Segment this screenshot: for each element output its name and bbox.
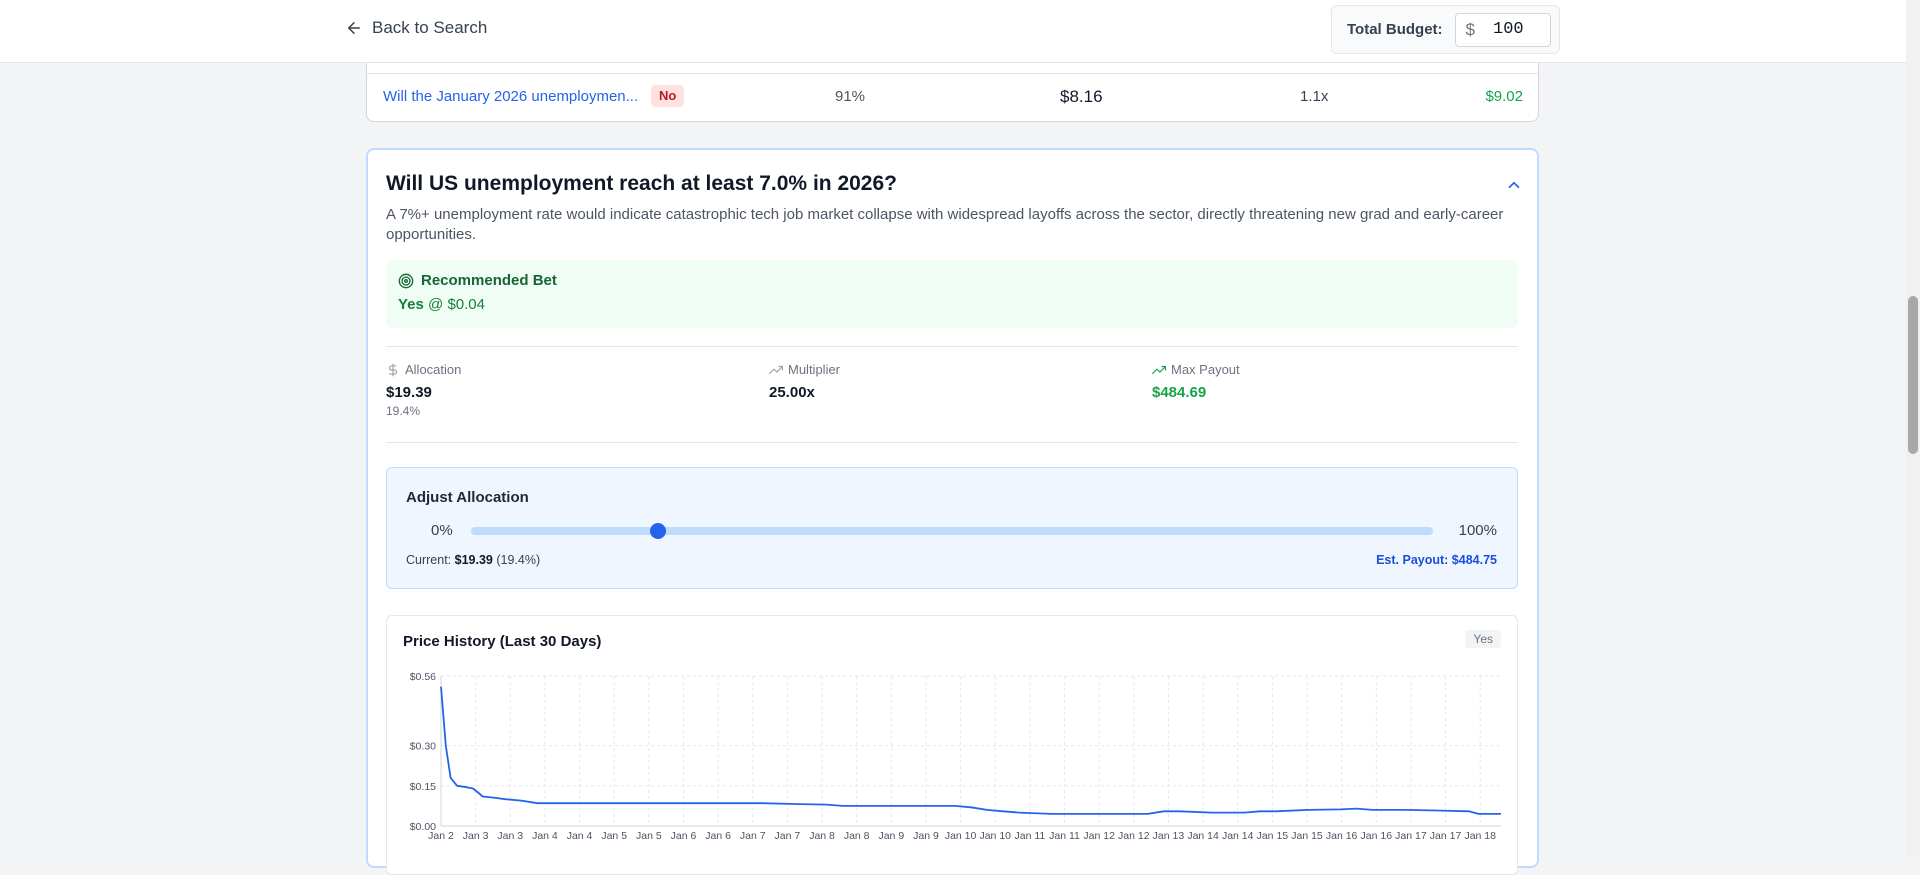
multiplier-stat: Multiplier 25.00x bbox=[769, 362, 840, 401]
market-card: Will US unemployment reach at least 7.0%… bbox=[366, 148, 1539, 875]
x-tick-label: Jan 10 bbox=[945, 830, 977, 842]
allocation-stat: Allocation $19.39 19.4% bbox=[386, 362, 461, 418]
recommended-price: @ $0.04 bbox=[428, 296, 485, 313]
market-description: A 7%+ unemployment rate would indicate c… bbox=[386, 206, 1504, 243]
x-tick-label: Jan 5 bbox=[601, 830, 627, 842]
recommended-bet-line: Yes @ $0.04 bbox=[398, 296, 485, 313]
x-tick-label: Jan 4 bbox=[532, 830, 558, 842]
x-tick-label: Jan 3 bbox=[497, 830, 523, 842]
current-amount: $19.39 bbox=[454, 553, 493, 567]
x-tick-label: Jan 8 bbox=[809, 830, 835, 842]
x-tick-label: Jan 10 bbox=[979, 830, 1011, 842]
y-tick-label: $0.15 bbox=[410, 781, 436, 793]
multiplier-label: Multiplier bbox=[788, 362, 841, 377]
divider bbox=[386, 442, 1518, 443]
arrow-left-icon bbox=[348, 22, 360, 34]
x-tick-label: Jan 14 bbox=[1187, 830, 1219, 842]
divider bbox=[367, 73, 1538, 74]
x-tick-label: Jan 6 bbox=[671, 830, 697, 842]
current-percent: (19.4%) bbox=[496, 553, 541, 567]
x-tick-label: Jan 14 bbox=[1222, 830, 1254, 842]
top-bar: Back to Search Total Budget: $ 100 bbox=[0, 0, 1906, 63]
previous-market-card: Will the January 2026 unemploymen... No … bbox=[366, 62, 1539, 122]
allocation-label: Allocation bbox=[405, 362, 462, 377]
market-question-link[interactable]: Will the January 2026 unemploymen... bbox=[383, 88, 638, 105]
x-tick-label: Jan 7 bbox=[775, 830, 801, 842]
x-tick-label: Jan 17 bbox=[1430, 830, 1462, 842]
divider bbox=[386, 346, 1518, 347]
allocation-slider[interactable] bbox=[471, 523, 1433, 539]
max-payout-value: $484.69 bbox=[1152, 384, 1207, 401]
trending-up-icon bbox=[1152, 365, 1166, 374]
x-tick-label: Jan 9 bbox=[878, 830, 904, 842]
x-tick-label: Jan 8 bbox=[844, 830, 870, 842]
recommended-side: Yes bbox=[398, 296, 424, 313]
current-prefix: Current: bbox=[406, 553, 452, 567]
side-badge: No bbox=[651, 85, 685, 107]
back-label: Back to Search bbox=[372, 18, 488, 37]
x-tick-label: Jan 18 bbox=[1464, 830, 1496, 842]
x-tick-label: Jan 3 bbox=[463, 830, 489, 842]
current-allocation: Current: $19.39 (19.4%) bbox=[406, 553, 540, 567]
x-tick-label: Jan 11 bbox=[1049, 830, 1080, 842]
target-icon bbox=[398, 273, 414, 288]
recommended-bet-label: Recommended Bet bbox=[421, 272, 557, 289]
multiplier-value: 25.00x bbox=[769, 384, 815, 401]
max-payout-label-row: Max Payout bbox=[1152, 362, 1240, 377]
x-tick-label: Jan 7 bbox=[740, 830, 766, 842]
total-budget-label: Total Budget: bbox=[1347, 21, 1443, 38]
x-tick-label: Jan 12 bbox=[1083, 830, 1115, 842]
price-history-chart: $0.56$0.30$0.15$0.00Jan 2 Jan 3 Jan 3 Jan 4… bbox=[410, 671, 1501, 842]
slider-max-label: 100% bbox=[1458, 522, 1497, 539]
x-tick-label: Jan 5 bbox=[636, 830, 662, 842]
x-tick-label: Jan 11 bbox=[1015, 830, 1046, 842]
x-tick-label: Jan 2 bbox=[428, 830, 454, 842]
x-tick-label: Jan 13 bbox=[1153, 830, 1185, 842]
total-budget-input[interactable]: $ 100 bbox=[1454, 12, 1551, 47]
dollar-icon bbox=[388, 363, 398, 376]
cost-value: $8.16 bbox=[1060, 87, 1103, 106]
allocation-value: $19.39 bbox=[386, 384, 432, 401]
x-tick-label: Jan 17 bbox=[1395, 830, 1427, 842]
x-tick-label: Jan 15 bbox=[1257, 830, 1289, 842]
scrollbar-thumb[interactable] bbox=[1908, 296, 1918, 454]
x-tick-label: Jan 6 bbox=[705, 830, 731, 842]
x-tick-label: Jan 16 bbox=[1361, 830, 1393, 842]
slider-min-label: 0% bbox=[431, 522, 453, 539]
y-tick-label: $0.30 bbox=[410, 741, 436, 753]
adjust-allocation-title: Adjust Allocation bbox=[406, 489, 529, 506]
x-tick-label: Jan 12 bbox=[1118, 830, 1150, 842]
recommended-bet-panel: Recommended Bet Yes @ $0.04 bbox=[386, 260, 1518, 328]
multiplier-label-row: Multiplier bbox=[769, 362, 840, 377]
scrollbar[interactable] bbox=[1906, 0, 1920, 856]
currency-symbol: $ bbox=[1465, 19, 1476, 39]
payout-value: $9.02 bbox=[1485, 88, 1523, 105]
back-to-search-link[interactable]: Back to Search bbox=[345, 18, 487, 38]
price-history-card: Price History (Last 30 Days) Yes $0.56 $0… bbox=[386, 615, 1518, 875]
multiplier-value: 1.1x bbox=[1300, 88, 1329, 105]
trending-up-icon bbox=[769, 365, 783, 374]
probability-value: 91% bbox=[835, 88, 866, 105]
market-title: Will US unemployment reach at least 7.0%… bbox=[386, 172, 897, 195]
recommended-bet-heading: Recommended Bet bbox=[398, 272, 557, 289]
allocation-percent: 19.4% bbox=[386, 404, 421, 418]
allocation-label-row: Allocation bbox=[386, 362, 461, 377]
adjust-allocation-panel: Adjust Allocation 0% 100% Current: $19.3… bbox=[386, 467, 1518, 589]
max-payout-label: Max Payout bbox=[1171, 362, 1240, 377]
budget-value: 100 bbox=[1493, 20, 1524, 39]
x-tick-label: Jan 16 bbox=[1326, 830, 1358, 842]
total-budget-panel: Total Budget: $ 100 bbox=[1331, 5, 1560, 54]
chevron-up-icon[interactable] bbox=[1505, 176, 1523, 194]
allocation-slider-thumb[interactable] bbox=[649, 523, 666, 539]
y-tick-label: $0.56 bbox=[410, 671, 436, 683]
max-payout-stat: Max Payout $484.69 bbox=[1152, 362, 1240, 401]
table-row: Will the January 2026 unemploymen... No … bbox=[367, 85, 1538, 109]
x-tick-label: Jan 9 bbox=[913, 830, 939, 842]
x-tick-label: Jan 4 bbox=[567, 830, 593, 842]
x-tick-label: Jan 15 bbox=[1291, 830, 1323, 842]
estimated-payout: Est. Payout: $484.75 bbox=[1376, 553, 1497, 567]
